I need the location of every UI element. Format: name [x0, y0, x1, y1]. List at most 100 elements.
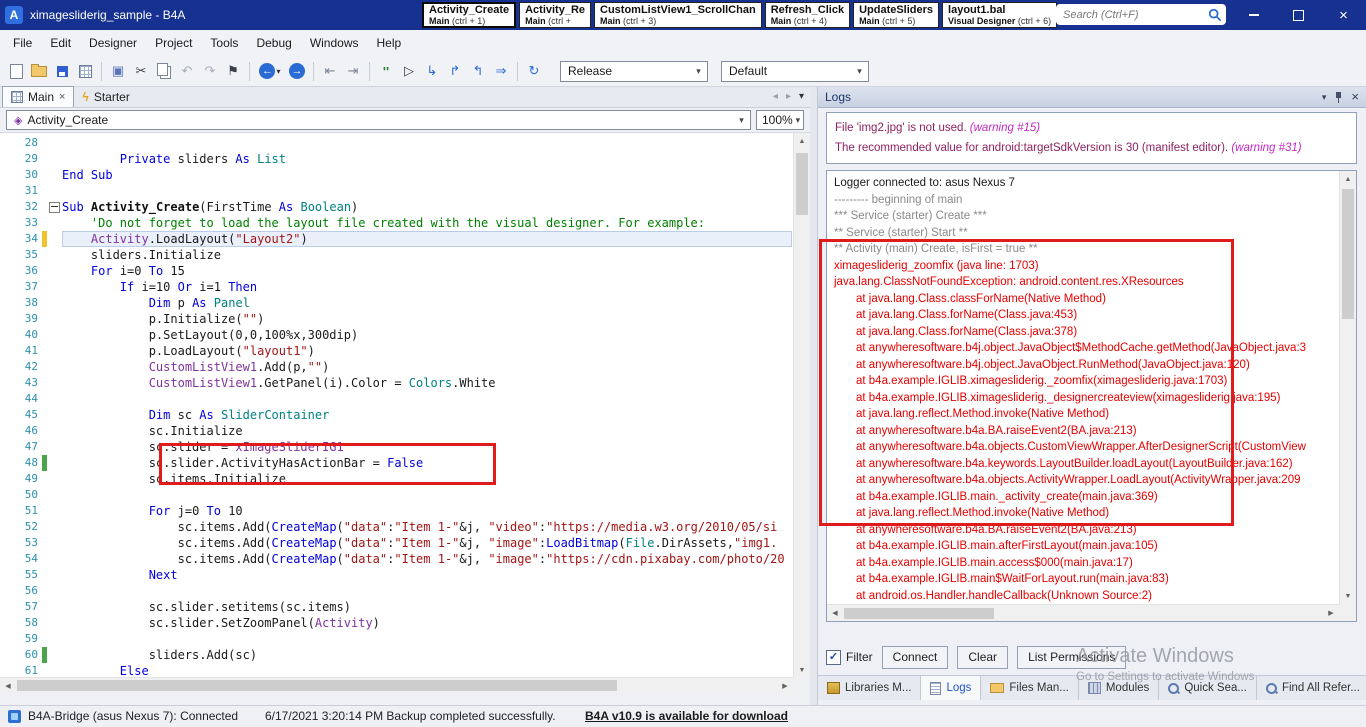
sub-selector-dropdown[interactable]: ◈ Activity_Create ▾	[6, 110, 751, 130]
menu-project[interactable]: Project	[146, 32, 201, 54]
warnings-box[interactable]: File 'img2.jpg' is not used. (warning #1…	[826, 112, 1357, 164]
menu-edit[interactable]: Edit	[41, 32, 80, 54]
navigate-forward-button[interactable]: →	[286, 60, 308, 82]
zoom-dropdown[interactable]: 100% ▾	[756, 110, 804, 130]
menu-designer[interactable]: Designer	[80, 32, 146, 54]
log-output-box[interactable]: Logger connected to: asus Nexus 7-------…	[826, 170, 1357, 622]
header-tab-1[interactable]: Activity_CreateMain (ctrl + 1)	[422, 2, 516, 28]
search-icon[interactable]	[1208, 8, 1222, 22]
clear-button[interactable]: Clear	[957, 646, 1008, 669]
menu-file[interactable]: File	[4, 32, 41, 54]
panel-tab-files-man-[interactable]: Files Man...	[981, 676, 1078, 700]
update-available-link[interactable]: B4A v10.9 is available for download	[585, 709, 788, 723]
scroll-right-arrow[interactable]: ▶	[1323, 605, 1339, 621]
quick-search-box[interactable]	[1056, 4, 1226, 25]
tab-close-icon[interactable]: ×	[59, 92, 65, 102]
rebuild-button[interactable]: ↻	[523, 60, 545, 82]
outdent-button[interactable]: ⇤	[319, 60, 341, 82]
scroll-down-arrow[interactable]: ▼	[1340, 588, 1356, 604]
chevron-down-icon: ▾	[733, 115, 750, 126]
navigate-back-button[interactable]: ←▾	[255, 60, 285, 82]
log-line: at anywheresoftware.b4a.objects.CustomVi…	[834, 439, 1332, 456]
panel-tab-logs[interactable]: Logs	[921, 676, 981, 700]
header-tab-4[interactable]: Refresh_ClickMain (ctrl + 4)	[765, 2, 850, 28]
panel-tab-find-all-refer-[interactable]: Find All Refer...	[1257, 676, 1366, 700]
code-editor[interactable]: 2829 Private sliders As List30End Sub313…	[0, 132, 810, 677]
build-configuration-select[interactable]: Release ▾	[560, 61, 708, 82]
pin-icon[interactable]	[1335, 91, 1342, 103]
tab-list-dropdown[interactable]: ▾	[799, 91, 804, 102]
doc-tab-starter[interactable]: Starter	[74, 87, 137, 107]
resume-button[interactable]: ⇒	[490, 60, 512, 82]
open-designer-button[interactable]: ▣	[107, 60, 129, 82]
log-horizontal-scrollbar[interactable]: ◀ ▶	[827, 604, 1339, 621]
scroll-down-arrow[interactable]: ▼	[794, 662, 810, 677]
connect-button[interactable]: Connect	[882, 646, 949, 669]
scrollbar-thumb[interactable]	[796, 153, 808, 215]
cut-button[interactable]: ✂	[130, 60, 152, 82]
line-number: 49	[0, 471, 42, 487]
close-button[interactable]: ×	[1321, 0, 1366, 30]
scroll-left-arrow[interactable]: ◀	[0, 678, 16, 693]
panel-close-icon[interactable]: ×	[1351, 91, 1359, 103]
panel-tab-libraries-m-[interactable]: Libraries M...	[818, 676, 921, 700]
bookmark-icon: ⚑	[227, 63, 239, 79]
copy-button[interactable]	[153, 60, 175, 82]
panel-tab-label: Quick Sea...	[1184, 682, 1247, 694]
menu-tools[interactable]: Tools	[201, 32, 247, 54]
search-input[interactable]	[1061, 8, 1208, 22]
line-number: 43	[0, 375, 42, 391]
log-vertical-scrollbar[interactable]: ▲ ▼	[1339, 171, 1356, 604]
tab-scroll-left-button[interactable]: ◂	[773, 91, 778, 102]
pane-splitter[interactable]	[810, 87, 817, 705]
menu-help[interactable]: Help	[368, 32, 411, 54]
scroll-left-arrow[interactable]: ◀	[827, 605, 843, 621]
scrollbar-thumb[interactable]	[844, 608, 994, 619]
cut-icon: ✂	[136, 63, 147, 79]
editor-vertical-scrollbar[interactable]: ▲ ▼	[793, 133, 810, 677]
open-project-button[interactable]	[28, 60, 50, 82]
save-button[interactable]	[51, 60, 73, 82]
bookmark-button[interactable]: ⚑	[222, 60, 244, 82]
scroll-right-arrow[interactable]: ▶	[777, 678, 793, 693]
panel-menu-chevron-icon[interactable]: ▾	[1322, 92, 1327, 103]
code-text	[62, 391, 792, 407]
panel-tab-modules[interactable]: Modules	[1079, 676, 1159, 700]
doc-tab-main[interactable]: Main×	[2, 86, 74, 107]
header-tab-2[interactable]: Activity_ReMain (ctrl +	[519, 2, 591, 28]
header-tab-6[interactable]: layout1.balVisual Designer (ctrl + 6)	[942, 2, 1057, 28]
panel-tab-quick-sea-[interactable]: Quick Sea...	[1159, 676, 1257, 700]
scroll-up-arrow[interactable]: ▲	[794, 133, 810, 149]
tab-scroll-right-button[interactable]: ▸	[786, 91, 791, 102]
maximize-button[interactable]	[1276, 0, 1321, 30]
filter-checkbox[interactable]: ✓ Filter	[826, 650, 873, 665]
undo-button[interactable]: ↶	[176, 60, 198, 82]
run-button[interactable]: ▷	[398, 60, 420, 82]
new-project-button[interactable]	[5, 60, 27, 82]
menu-debug[interactable]: Debug	[247, 32, 300, 54]
indent-button[interactable]: ⇥	[342, 60, 364, 82]
scrollbar-thumb[interactable]	[17, 680, 617, 691]
save-all-button[interactable]	[74, 60, 96, 82]
header-tab-3[interactable]: CustomListView1_ScrollChanMain (ctrl + 3…	[594, 2, 762, 28]
minimize-button[interactable]	[1231, 0, 1276, 30]
editor-horizontal-scrollbar[interactable]: ◀ ▶	[0, 677, 793, 693]
fold-collapse-icon[interactable]	[49, 202, 60, 213]
step-into-button[interactable]: ↳	[421, 60, 443, 82]
step-out-button[interactable]: ↰	[467, 60, 489, 82]
fold-column	[47, 551, 62, 567]
header-tab-5[interactable]: UpdateSlidersMain (ctrl + 5)	[853, 2, 939, 28]
save-all-icon	[79, 65, 92, 78]
list-permissions-button[interactable]: List Permissions	[1017, 646, 1126, 669]
code-line: 49 sc.items.Initialize	[0, 471, 810, 487]
scrollbar-thumb[interactable]	[1342, 189, 1354, 319]
scroll-up-arrow[interactable]: ▲	[1340, 171, 1356, 187]
fold-column	[47, 231, 62, 247]
menu-windows[interactable]: Windows	[301, 32, 368, 54]
redo-button[interactable]: ↷	[199, 60, 221, 82]
comment-button[interactable]: ''	[375, 60, 397, 82]
conditional-symbols-select[interactable]: Default ▾	[721, 61, 869, 82]
log-line: --------- beginning of main	[834, 192, 1332, 209]
code-text: CustomListView1.GetPanel(i).Color = Colo…	[62, 375, 792, 391]
step-over-button[interactable]: ↱	[444, 60, 466, 82]
